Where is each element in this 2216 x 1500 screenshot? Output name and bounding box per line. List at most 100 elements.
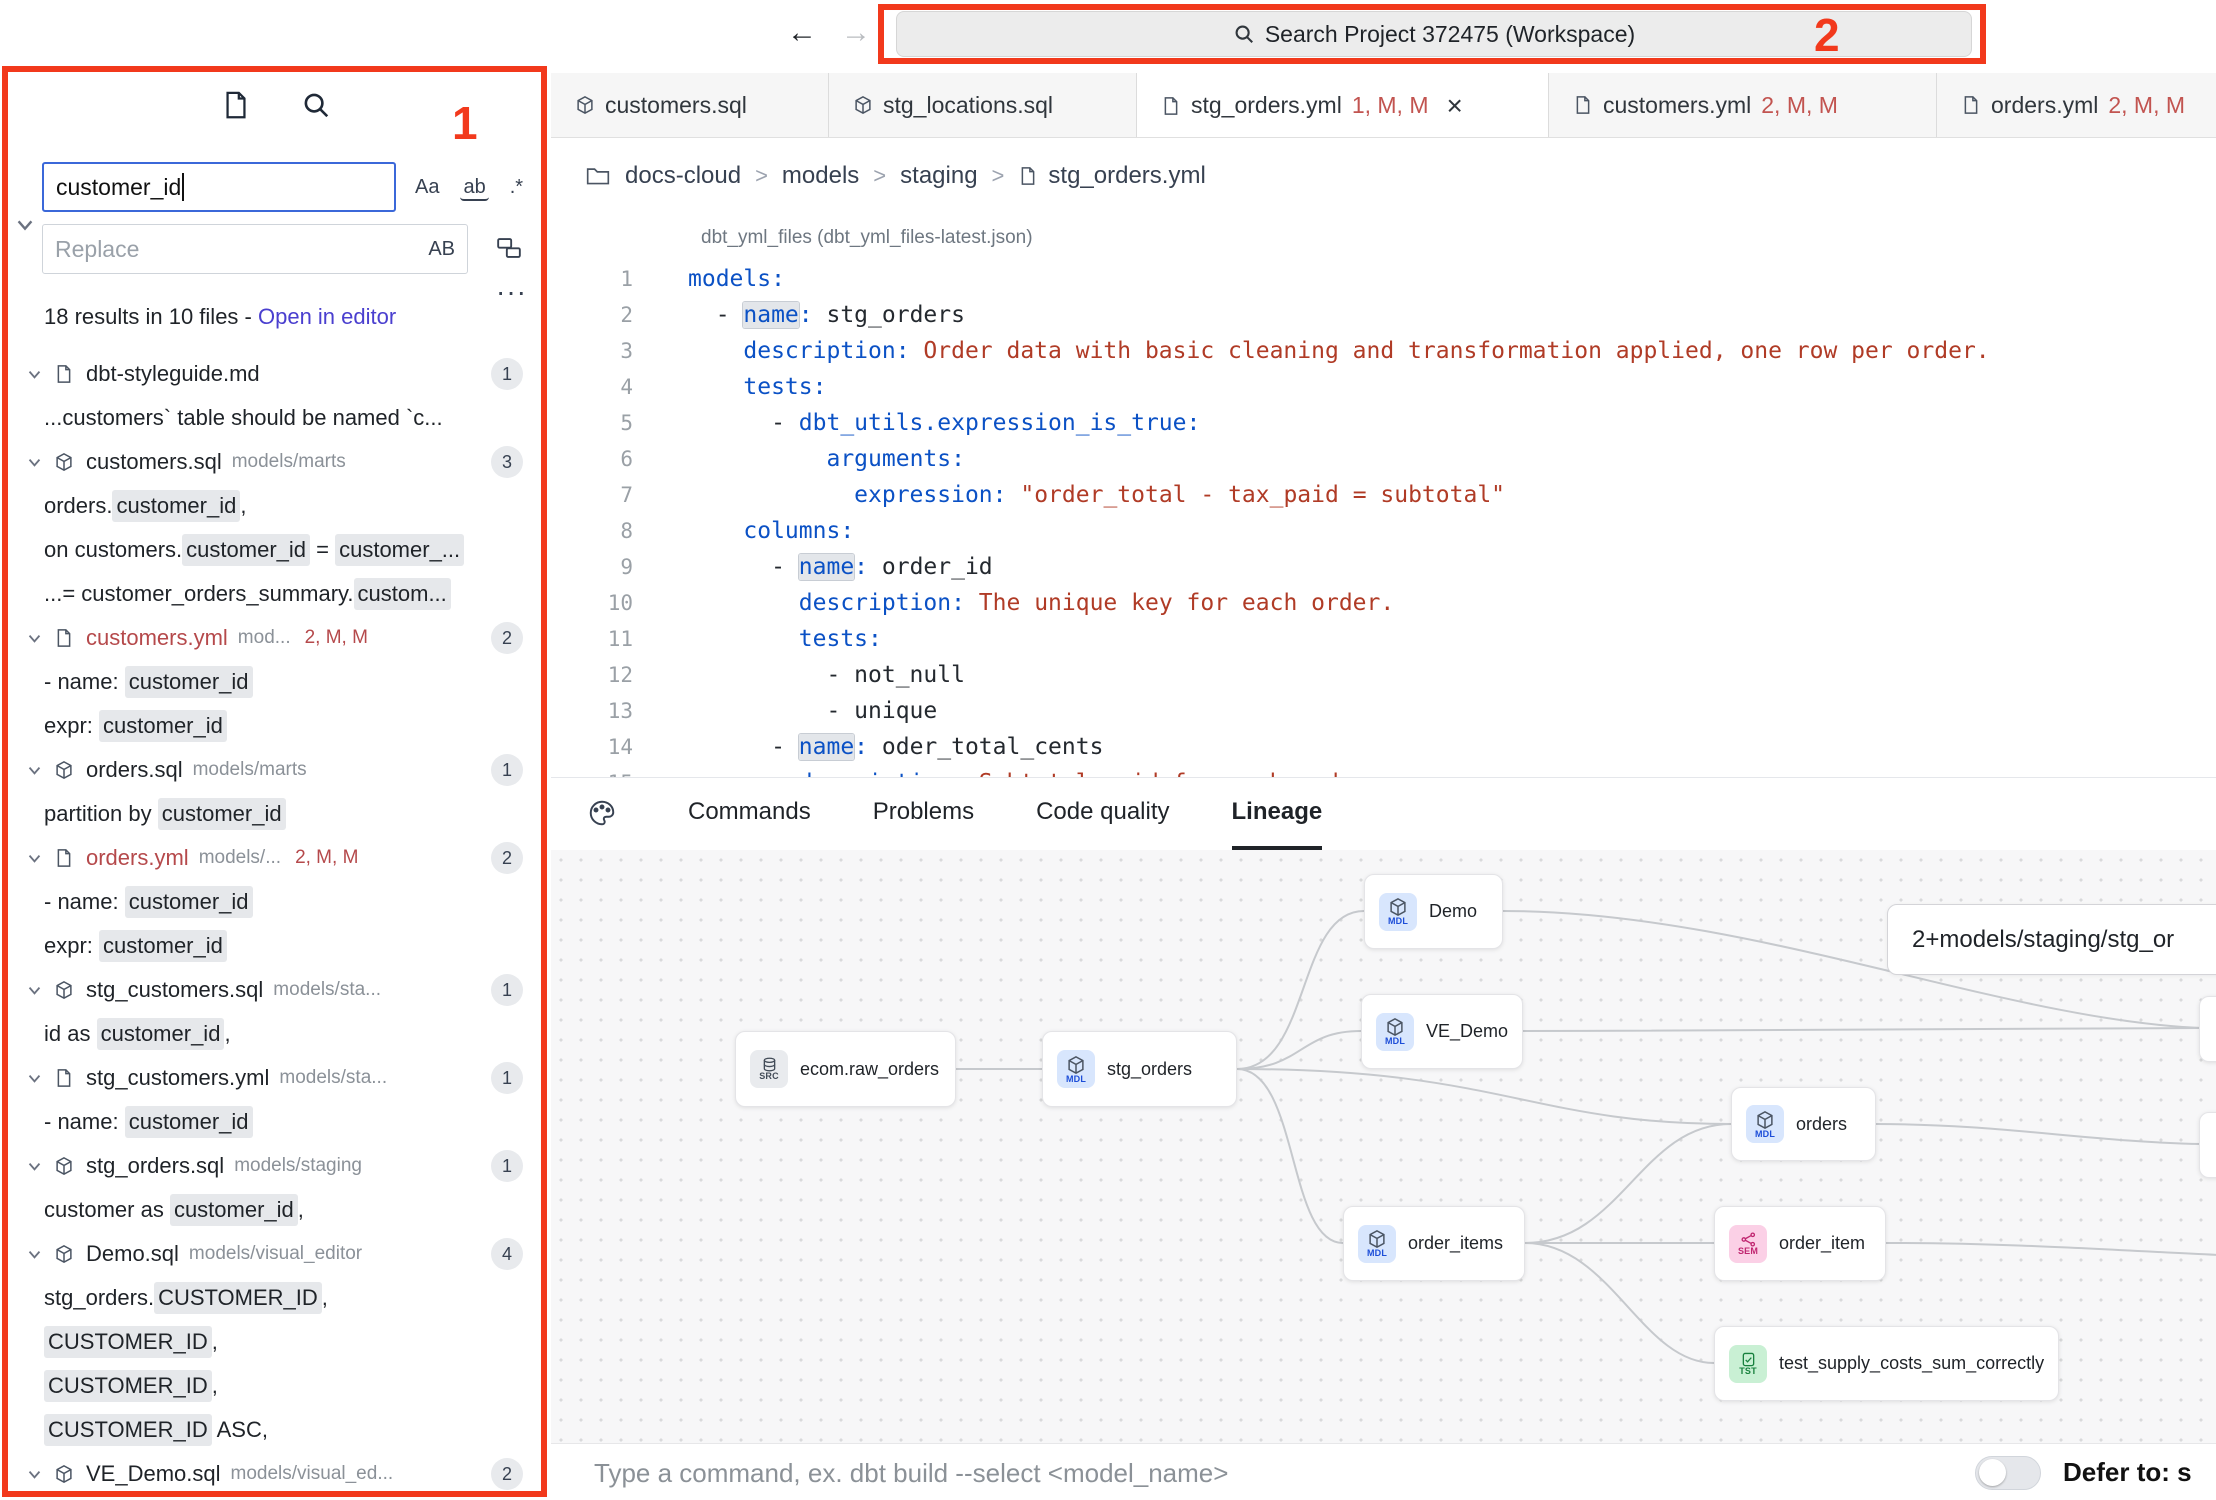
chevron-down-icon[interactable] [26, 630, 44, 647]
top-bar: ← → Search Project 372475 (Workspace) [551, 0, 2216, 73]
preserve-case-toggle[interactable]: AB [428, 238, 455, 261]
code-line: 12 - not_null [551, 657, 2216, 693]
panel-tab-commands[interactable]: Commands [688, 778, 811, 850]
replace-toggle-chevron-icon[interactable] [14, 214, 36, 241]
panel-tab-code-quality[interactable]: Code quality [1036, 778, 1169, 850]
file-result-row[interactable]: orders.sqlmodels/marts1 [0, 748, 551, 792]
file-result-row[interactable]: stg_customers.sqlmodels/sta...1 [0, 968, 551, 1012]
lineage-node-order_item[interactable]: SEMorder_item [1714, 1206, 1886, 1281]
file-result-row[interactable]: stg_orders.sqlmodels/staging1 [0, 1144, 551, 1188]
lineage-node-stg_orders[interactable]: MDLstg_orders [1042, 1031, 1237, 1107]
lineage-canvas[interactable]: 2+models/staging/stg_or SRCecom.raw_orde… [551, 850, 2216, 1443]
file-name: stg_customers.yml [86, 1065, 269, 1091]
chevron-down-icon[interactable] [26, 982, 44, 999]
more-actions-icon[interactable]: ··· [496, 276, 527, 308]
file-result-row[interactable]: VE_Demo.sqlmodels/visual_ed...2 [0, 1452, 551, 1496]
replace-input[interactable]: Replace AB [42, 224, 468, 274]
panel-tab-lineage[interactable]: Lineage [1232, 778, 1323, 850]
file-name: stg_orders.sql [86, 1153, 224, 1179]
lineage-node-VE_Demo[interactable]: MDLVE_Demo [1361, 994, 1523, 1069]
doc-icon [1161, 96, 1181, 116]
tab-git-status: 1, M, M [1352, 92, 1429, 119]
whole-word-toggle[interactable]: ab [460, 174, 488, 201]
lineage-node-Demo[interactable]: MDLDemo [1364, 874, 1503, 949]
close-icon[interactable]: × [1447, 92, 1463, 120]
match-row[interactable]: stg_orders.CUSTOMER_ID, [0, 1276, 551, 1320]
tab-customers.yml[interactable]: customers.yml2, M, M [1549, 73, 1937, 137]
line-number: 12 [551, 657, 633, 693]
match-row[interactable]: id as customer_id, [0, 1012, 551, 1056]
palette-icon[interactable] [587, 798, 617, 833]
match-row[interactable]: expr: customer_id [0, 924, 551, 968]
match-row[interactable]: CUSTOMER_ID, [0, 1364, 551, 1408]
file-result-row[interactable]: Demo.sqlmodels/visual_editor4 [0, 1232, 551, 1276]
project-search-bar[interactable]: Search Project 372475 (Workspace) [896, 11, 1972, 57]
chevron-down-icon[interactable] [26, 1246, 44, 1263]
breadcrumb-item[interactable]: docs-cloud [625, 162, 741, 190]
regex-toggle[interactable]: .* [507, 174, 526, 201]
code-line: 8 columns: [551, 513, 2216, 549]
chevron-down-icon[interactable] [26, 1466, 44, 1483]
search-icon[interactable] [299, 88, 333, 122]
file-icon[interactable] [219, 88, 253, 122]
chevron-down-icon[interactable] [26, 454, 44, 471]
tab-orders.yml[interactable]: orders.yml2, M, M [1937, 73, 2216, 137]
file-result-row[interactable]: dbt-styleguide.md1 [0, 352, 551, 396]
project-search-label: Search Project 372475 (Workspace) [1265, 21, 1635, 48]
defer-toggle[interactable] [1975, 1456, 2041, 1490]
line-number: 7 [551, 477, 633, 513]
replace-all-icon[interactable] [496, 236, 522, 265]
code-editor[interactable]: dbt_yml_files (dbt_yml_files-latest.json… [551, 213, 2216, 777]
match-row[interactable]: partition by customer_id [0, 792, 551, 836]
file-path: models/sta... [273, 979, 381, 1001]
file-result-row[interactable]: customers.ymlmod...2, M, M2 [0, 616, 551, 660]
match-row[interactable]: expr: customer_id [0, 704, 551, 748]
lineage-node-ecom.raw_orders[interactable]: SRCecom.raw_orders [735, 1031, 956, 1107]
breadcrumb-item[interactable]: models [782, 162, 859, 190]
lineage-filter-input[interactable]: 2+models/staging/stg_or [1887, 904, 2216, 975]
search-query-text: customer_id [56, 174, 181, 201]
node-label: orders [1796, 1114, 1847, 1135]
match-row[interactable]: - name: customer_id [0, 660, 551, 704]
file-result-row[interactable]: customers.sqlmodels/marts3 [0, 440, 551, 484]
lineage-node-partial[interactable] [2199, 996, 2216, 1062]
code-line: 9 - name: order_id [551, 549, 2216, 585]
open-in-editor-link[interactable]: Open in editor [258, 304, 396, 329]
chevron-down-icon[interactable] [26, 366, 44, 383]
lineage-node-order_items[interactable]: MDLorder_items [1343, 1206, 1525, 1281]
back-arrow-icon[interactable]: ← [787, 16, 817, 50]
file-result-row[interactable]: orders.ymlmodels/...2, M, M2 [0, 836, 551, 880]
forward-arrow-icon[interactable]: → [841, 16, 871, 50]
match-row[interactable]: CUSTOMER_ID, [0, 1320, 551, 1364]
file-result-row[interactable]: stg_customers.ymlmodels/sta...1 [0, 1056, 551, 1100]
node-label: order_items [1408, 1233, 1503, 1254]
semantic-icon: SEM [1729, 1225, 1767, 1263]
match-row[interactable]: orders.customer_id, [0, 484, 551, 528]
match-row[interactable]: customer as customer_id, [0, 1188, 551, 1232]
search-input[interactable]: customer_id [42, 162, 396, 212]
command-input[interactable]: Type a command, ex. dbt build --select <… [594, 1458, 1228, 1489]
breadcrumb-separator: > [873, 163, 886, 189]
breadcrumb-item[interactable]: staging [900, 162, 977, 190]
code-line: 1models: [551, 261, 2216, 297]
panel-tab-problems[interactable]: Problems [873, 778, 974, 850]
match-row[interactable]: CUSTOMER_ID ASC, [0, 1408, 551, 1452]
lineage-node-test_supply_costs_sum_correctly[interactable]: TSTtest_supply_costs_sum_correctly [1714, 1326, 2059, 1401]
match-row[interactable]: ...= customer_orders_summary.custom... [0, 572, 551, 616]
chevron-down-icon[interactable] [26, 762, 44, 779]
match-row[interactable]: on customers.customer_id = customer_... [0, 528, 551, 572]
match-case-toggle[interactable]: Aa [412, 174, 442, 201]
chevron-down-icon[interactable] [26, 1070, 44, 1087]
lineage-node-partial[interactable] [2199, 1112, 2216, 1178]
match-row[interactable]: ...customers` table should be named `c..… [0, 396, 551, 440]
tab-customers.sql[interactable]: customers.sql [551, 73, 829, 137]
tab-stg_orders.yml[interactable]: stg_orders.yml1, M, M× [1137, 73, 1549, 138]
tab-stg_locations.sql[interactable]: stg_locations.sql [829, 73, 1137, 137]
lineage-node-orders[interactable]: MDLorders [1731, 1087, 1876, 1161]
chevron-down-icon[interactable] [26, 1158, 44, 1175]
match-count-badge: 1 [491, 358, 523, 390]
match-row[interactable]: - name: customer_id [0, 1100, 551, 1144]
match-row[interactable]: - name: customer_id [0, 880, 551, 924]
chevron-down-icon[interactable] [26, 850, 44, 867]
breadcrumb-file[interactable]: stg_orders.yml [1018, 162, 1205, 190]
